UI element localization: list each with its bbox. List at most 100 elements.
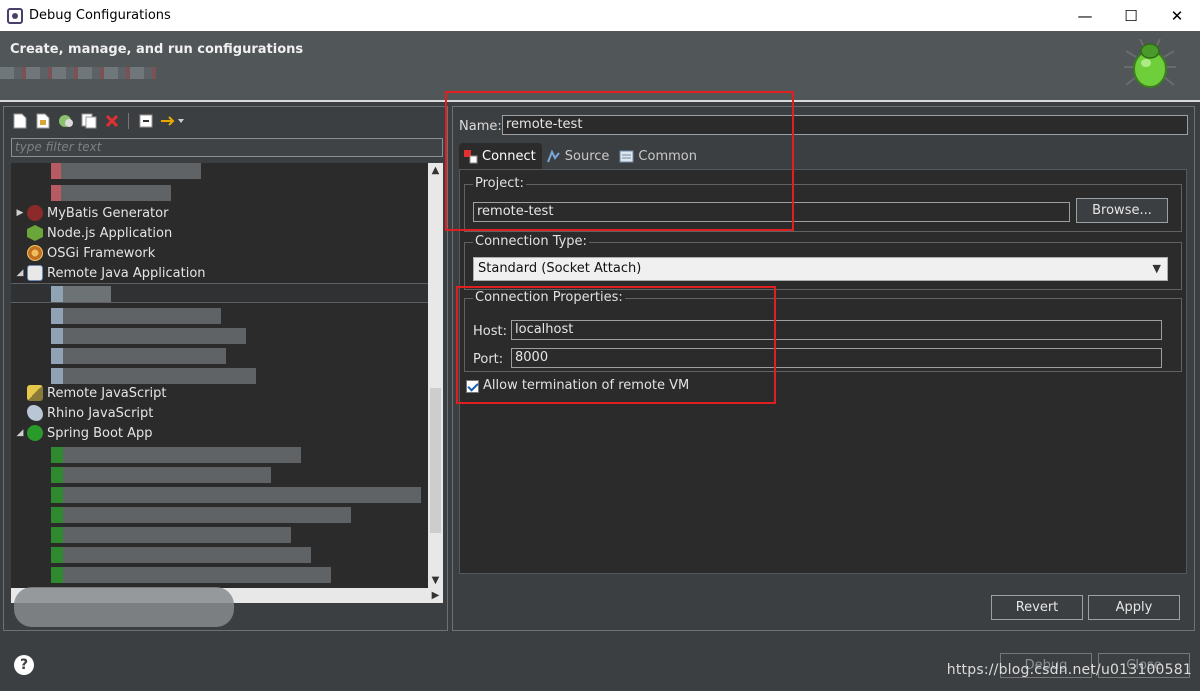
collapse-all-icon[interactable] xyxy=(136,112,155,131)
tree-item-label: OSGi Framework xyxy=(47,245,156,261)
window-controls: — ☐ ✕ xyxy=(1062,0,1200,31)
expander-icon[interactable]: ◢ xyxy=(13,428,27,438)
tree-item-mybatis-generator[interactable]: ▶ MyBatis Generator xyxy=(13,203,168,223)
filter-menu-icon[interactable] xyxy=(159,112,187,131)
tab-label: Connect xyxy=(482,148,536,164)
expander-icon[interactable]: ▶ xyxy=(13,208,27,218)
toolbar-separator xyxy=(128,113,129,129)
host-input[interactable]: localhost xyxy=(511,320,1162,340)
tree-item-osgi-framework[interactable]: OSGi Framework xyxy=(13,243,155,263)
redacted-item xyxy=(51,185,171,201)
osgi-icon xyxy=(27,245,43,261)
redacted-item xyxy=(51,567,331,583)
new-config-icon[interactable] xyxy=(10,112,29,131)
blurred-message xyxy=(0,67,156,79)
name-label: Name: xyxy=(459,119,502,134)
configuration-list-panel: type filter text ▶ MyBatis Generator Nod… xyxy=(3,106,448,631)
redacted-item xyxy=(51,527,291,543)
rhino-icon xyxy=(27,405,43,421)
delete-icon[interactable] xyxy=(102,112,121,131)
mybatis-icon xyxy=(27,205,43,221)
tab-connect[interactable]: Connect xyxy=(459,143,542,169)
source-icon xyxy=(546,149,560,162)
apply-button[interactable]: Apply xyxy=(1088,595,1180,620)
configuration-toolbar xyxy=(10,111,187,131)
connection-type-value: Standard (Socket Attach) xyxy=(478,261,642,276)
debug-bug-icon xyxy=(1124,38,1176,88)
port-label: Port: xyxy=(473,352,504,367)
window-title: Debug Configurations xyxy=(29,8,171,23)
host-label: Host: xyxy=(473,324,507,339)
minimize-button[interactable]: — xyxy=(1062,0,1108,31)
scroll-thumb[interactable] xyxy=(430,388,441,533)
tree-item-label: Remote JavaScript xyxy=(47,385,167,401)
tree-item-remote-java-application[interactable]: ◢ Remote Java Application xyxy=(13,263,206,283)
tab-label: Common xyxy=(638,148,697,164)
redacted-item xyxy=(51,467,271,483)
connection-properties-group: Connection Properties: Host: localhost P… xyxy=(464,290,1182,372)
watermark-text: https://blog.csdn.net/u013100581 xyxy=(946,662,1192,678)
export-icon[interactable] xyxy=(56,112,75,131)
configuration-tree: ▶ MyBatis Generator Node.js Application … xyxy=(11,163,428,588)
expander-icon[interactable]: ◢ xyxy=(13,268,27,278)
new-prototype-icon[interactable] xyxy=(33,112,52,131)
common-icon xyxy=(619,150,634,162)
scroll-up-icon[interactable]: ▲ xyxy=(428,163,443,178)
name-input[interactable]: remote-test xyxy=(502,115,1188,135)
connect-tab-content: Project: remote-test Browse... Connectio… xyxy=(459,169,1187,574)
tab-label: Source xyxy=(564,148,610,164)
tree-item-label: Node.js Application xyxy=(47,225,173,241)
config-tabs: Connect Source Common xyxy=(459,143,703,169)
duplicate-icon[interactable] xyxy=(79,112,98,131)
spring-boot-icon xyxy=(27,425,43,441)
tree-vertical-scrollbar[interactable]: ▲ ▼ xyxy=(428,163,443,588)
redacted-item xyxy=(51,368,256,384)
redacted-item xyxy=(51,286,111,302)
redacted-item xyxy=(51,487,421,503)
redacted-item xyxy=(51,507,351,523)
redacted-item xyxy=(51,447,301,463)
connect-icon xyxy=(464,149,478,163)
tree-item-remote-test[interactable] xyxy=(11,283,428,303)
port-input[interactable]: 8000 xyxy=(511,348,1162,368)
redacted-item xyxy=(51,348,226,364)
connection-type-select[interactable]: Standard (Socket Attach) ▼ xyxy=(473,257,1168,281)
tree-item-remote-javascript[interactable]: Remote JavaScript xyxy=(13,383,166,403)
allow-termination-checkbox[interactable] xyxy=(466,380,479,393)
allow-termination-label[interactable]: Allow termination of remote VM xyxy=(483,378,689,393)
tree-item-rhino-javascript[interactable]: Rhino JavaScript xyxy=(13,403,153,423)
filter-input[interactable]: type filter text xyxy=(11,138,443,157)
maximize-button[interactable]: ☐ xyxy=(1108,0,1154,31)
tab-source[interactable]: Source xyxy=(542,143,616,169)
tree-item-label: Remote Java Application xyxy=(47,265,206,281)
project-group: Project: remote-test Browse... xyxy=(464,176,1182,232)
chevron-down-icon: ▼ xyxy=(1152,262,1161,275)
redacted-item xyxy=(51,328,246,344)
tree-item-nodejs-application[interactable]: Node.js Application xyxy=(13,223,172,243)
dialog-header: Create, manage, and run configurations xyxy=(0,31,1200,101)
connection-type-group: Connection Type: Standard (Socket Attach… xyxy=(464,234,1182,290)
tree-item-spring-boot-app[interactable]: ◢ Spring Boot App xyxy=(13,423,153,443)
tree-item-label: MyBatis Generator xyxy=(47,205,169,221)
scroll-down-icon[interactable]: ▼ xyxy=(428,573,443,588)
eclipse-icon xyxy=(7,7,23,24)
close-window-button[interactable]: ✕ xyxy=(1154,0,1200,31)
redacted-item xyxy=(51,163,201,179)
header-subtitle: Create, manage, and run configurations xyxy=(10,42,304,57)
project-input[interactable]: remote-test xyxy=(473,202,1070,222)
scroll-right-icon[interactable]: ▶ xyxy=(428,588,443,603)
revert-button[interactable]: Revert xyxy=(991,595,1083,620)
help-icon[interactable]: ? xyxy=(14,655,34,675)
tab-common[interactable]: Common xyxy=(615,143,703,169)
remote-javascript-icon xyxy=(27,385,43,401)
project-group-title: Project: xyxy=(473,176,526,191)
connection-type-title: Connection Type: xyxy=(473,234,589,249)
header-separator xyxy=(0,100,1200,102)
browse-button[interactable]: Browse... xyxy=(1076,198,1168,223)
redacted-region xyxy=(14,587,234,627)
configuration-editor-panel: Name: remote-test Connect Source Common … xyxy=(452,106,1195,631)
connection-properties-title: Connection Properties: xyxy=(473,290,625,305)
remote-java-icon xyxy=(27,265,43,281)
tree-item-label: Spring Boot App xyxy=(47,425,153,441)
window-titlebar: Debug Configurations — ☐ ✕ xyxy=(0,0,1200,31)
